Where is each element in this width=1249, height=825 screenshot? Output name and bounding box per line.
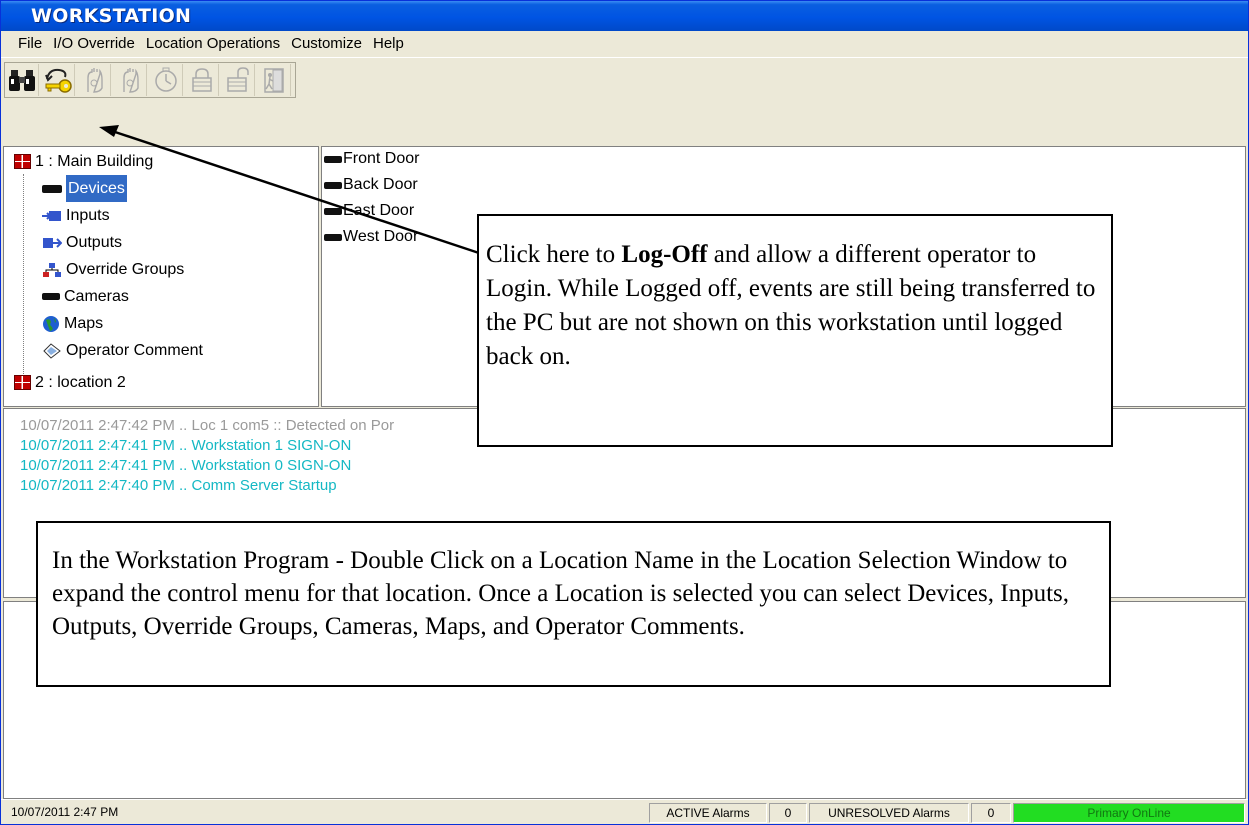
workstation-callout: In the Workstation Program - Double Clic… [36,521,1111,687]
callout-text: In the Workstation Program - Double Clic… [52,547,1070,640]
workstation-window: WORKSTATION File I/O Override Location O… [0,0,1249,825]
logoff-callout: Click here to Log-Off and allow a differ… [477,214,1113,447]
callout-bold-text: Log-Off [621,241,708,268]
callout-text: Click here to [486,241,622,268]
